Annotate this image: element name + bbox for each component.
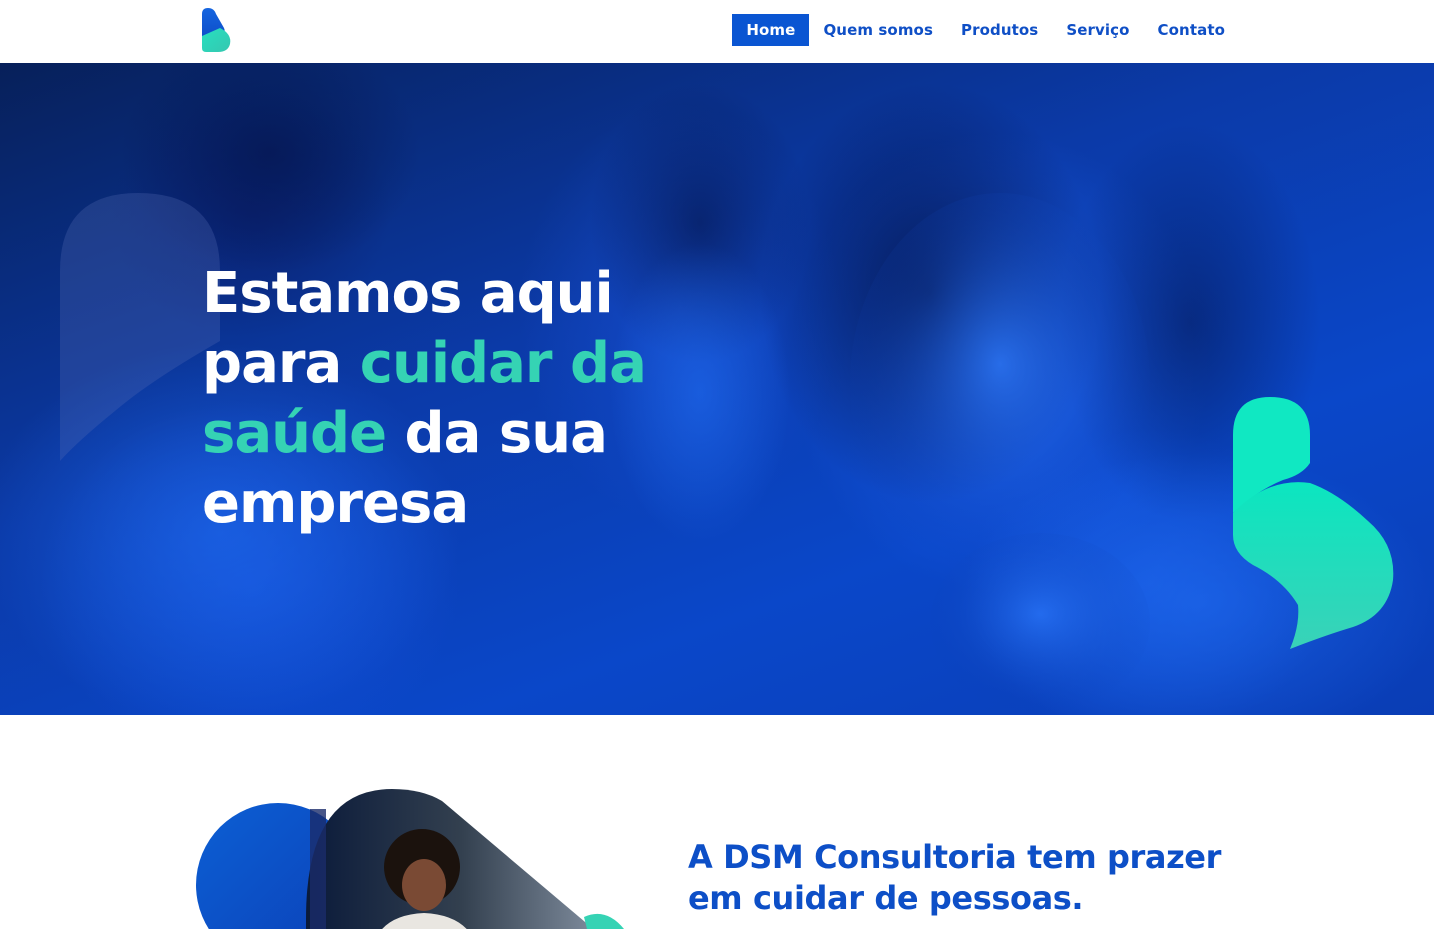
nav-contact[interactable]: Contato xyxy=(1144,14,1239,46)
main-nav: Home Quem somos Produtos Serviço Contato xyxy=(732,14,1239,46)
hero-line-4: empresa xyxy=(202,471,469,536)
about-section: A DSM Consultoria tem prazer em cuidar d… xyxy=(0,715,1434,929)
hero-line-1: Estamos aqui xyxy=(202,261,614,326)
hero-banner: Estamos aqui para cuidar da saúde da sua… xyxy=(0,63,1434,715)
hero-line-2-plain: para xyxy=(202,331,360,396)
nav-home[interactable]: Home xyxy=(732,14,810,46)
hero-headline: Estamos aqui para cuidar da saúde da sua… xyxy=(202,259,672,539)
team-photo-collage xyxy=(196,789,624,929)
brand-logo-icon[interactable] xyxy=(200,6,234,54)
hero-line-2-accent: cuidar da xyxy=(359,331,647,396)
hero-line-3-plain: da sua xyxy=(386,401,608,466)
about-heading-line-1: A DSM Consultoria tem prazer xyxy=(688,838,1221,876)
site-header: Home Quem somos Produtos Serviço Contato xyxy=(0,0,1434,63)
hero-line-3-accent: saúde xyxy=(202,401,387,466)
nav-about[interactable]: Quem somos xyxy=(809,14,947,46)
about-heading: A DSM Consultoria tem prazer em cuidar d… xyxy=(688,837,1248,919)
green-brand-shape xyxy=(1233,397,1394,649)
nav-products[interactable]: Produtos xyxy=(947,14,1052,46)
about-heading-line-2: em cuidar de pessoas. xyxy=(688,879,1084,917)
nav-service[interactable]: Serviço xyxy=(1052,14,1143,46)
